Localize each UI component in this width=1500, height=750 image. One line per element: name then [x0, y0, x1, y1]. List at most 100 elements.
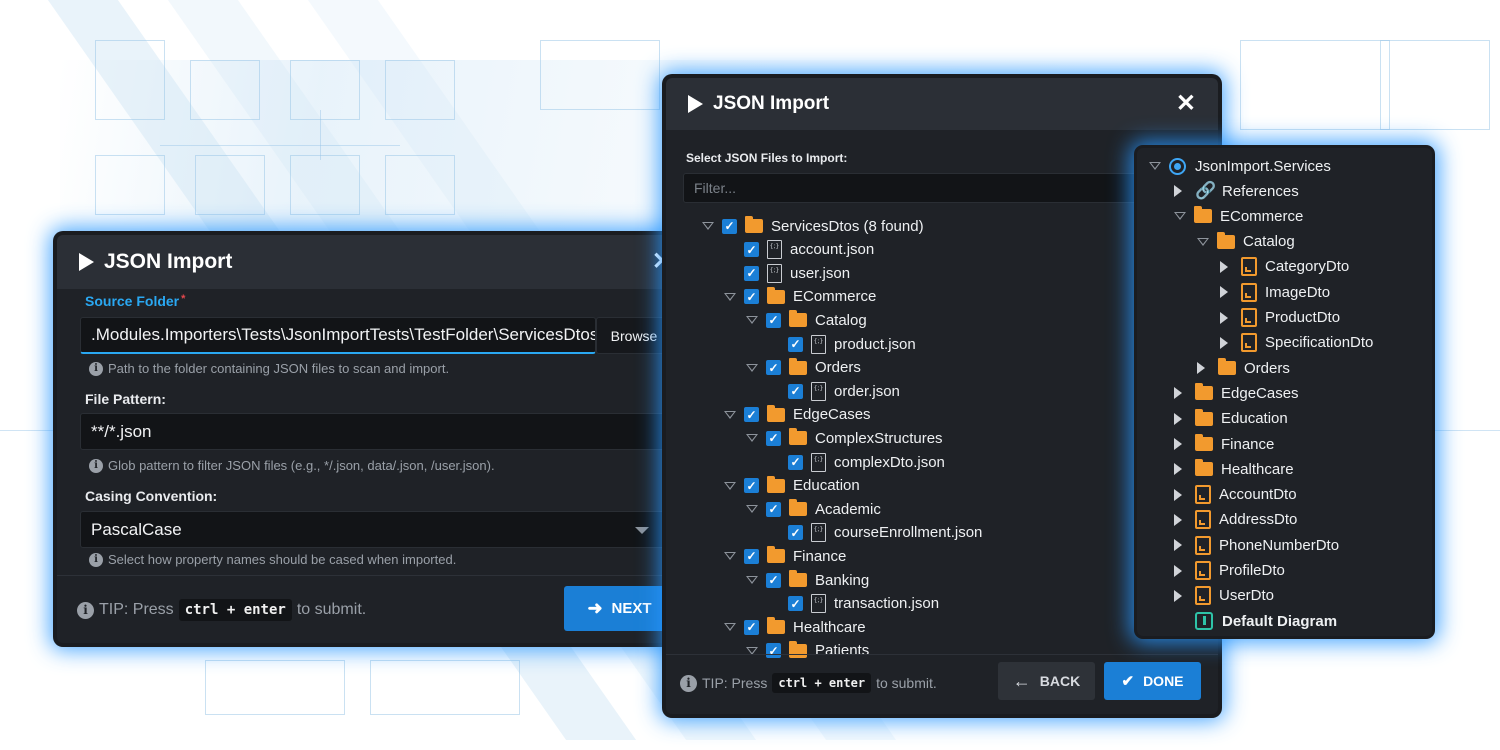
back-button[interactable]: ← BACK [998, 662, 1095, 700]
tree-item[interactable]: SpecificationDto [1220, 332, 1373, 354]
checkbox-checked-icon[interactable]: ✓ [744, 619, 759, 635]
tree-folder-item[interactable]: ✓ ECommerce [724, 286, 876, 308]
checkbox-checked-icon[interactable]: ✓ [744, 289, 759, 305]
tree-item[interactable]: Default Diagram [1174, 610, 1337, 632]
chevron-right-icon[interactable] [1220, 336, 1228, 349]
tree-folder-item[interactable]: ✓ Academic [746, 498, 881, 520]
source-folder-input[interactable]: .Modules.Importers\Tests\JsonImportTests… [80, 317, 596, 354]
tree-item[interactable]: ProductDto [1220, 307, 1340, 329]
casing-convention-hint: i Select how property names should be ca… [89, 552, 456, 567]
checkbox-checked-icon[interactable]: ✓ [766, 501, 781, 517]
done-button[interactable]: ✔ DONE [1104, 662, 1201, 700]
expand-toggle-icon[interactable] [724, 552, 736, 561]
tree-item-label: Default Diagram [1222, 612, 1338, 630]
tree-item[interactable]: ImageDto [1220, 281, 1330, 303]
expand-toggle-icon[interactable] [746, 316, 758, 325]
tree-item[interactable]: 🔗 References [1174, 180, 1299, 202]
chevron-right-icon[interactable] [1174, 589, 1182, 602]
tree-item[interactable]: PhoneNumberDto [1174, 534, 1339, 556]
tree-folder-item[interactable]: ✓ Catalog [746, 309, 867, 331]
tree-folder-item[interactable]: ✓ Finance [724, 545, 846, 567]
expand-toggle-icon[interactable] [724, 292, 736, 301]
file-pattern-input[interactable]: **/*.json [80, 413, 672, 450]
tree-file-item[interactable]: ✓ courseEnrollment.json [768, 522, 982, 544]
expand-toggle-icon[interactable] [724, 481, 736, 490]
tree-item[interactable]: CategoryDto [1220, 256, 1349, 278]
tree-folder-item[interactable]: ✓ ComplexStructures [746, 427, 943, 449]
expand-toggle-icon[interactable] [724, 410, 736, 419]
checkbox-checked-icon[interactable]: ✓ [766, 430, 781, 446]
chevron-right-icon[interactable] [1220, 286, 1228, 299]
browse-button[interactable]: Browse [596, 317, 672, 354]
chevron-down-icon[interactable] [1174, 212, 1186, 221]
checkbox-checked-icon[interactable]: ✓ [744, 478, 759, 494]
chevron-right-icon[interactable] [1174, 539, 1182, 552]
chevron-right-icon[interactable] [1174, 513, 1182, 526]
checkbox-checked-icon[interactable]: ✓ [744, 242, 759, 258]
tree-item-label: ImageDto [1265, 283, 1331, 301]
checkbox-checked-icon[interactable]: ✓ [788, 336, 803, 352]
chevron-right-icon[interactable] [1220, 260, 1228, 273]
checkbox-checked-icon[interactable]: ✓ [744, 265, 759, 281]
expand-toggle-icon[interactable] [702, 222, 714, 230]
tree-item[interactable]: Healthcare [1174, 458, 1294, 480]
background-diagram-box [290, 155, 360, 215]
tree-folder-item[interactable]: ✓ Education [724, 475, 860, 497]
close-icon[interactable]: ✕ [1176, 92, 1196, 116]
tree-file-item[interactable]: ✓ complexDto.json [768, 451, 945, 473]
tree-folder-item[interactable]: ✓ Orders [746, 357, 861, 379]
tree-folder-item[interactable]: ✓ Patients [746, 640, 869, 662]
checkbox-checked-icon[interactable]: ✓ [766, 312, 781, 328]
chevron-right-icon[interactable] [1174, 564, 1182, 577]
tree-file-item[interactable]: ✓ user.json [724, 262, 850, 284]
tree-item[interactable]: Education [1174, 408, 1288, 430]
tree-folder-item[interactable]: ✓ Banking [746, 569, 869, 591]
chevron-right-icon[interactable] [1174, 185, 1182, 197]
tree-item[interactable]: Catalog [1197, 231, 1295, 253]
tree-item[interactable]: ProfileDto [1174, 560, 1285, 582]
expand-toggle-icon[interactable] [746, 363, 758, 372]
expand-toggle-icon[interactable] [746, 576, 758, 584]
tree-item[interactable]: Orders [1197, 357, 1290, 379]
checkbox-checked-icon[interactable]: ✓ [722, 218, 737, 234]
tree-folder-item[interactable]: ✓ Healthcare [724, 616, 866, 638]
expand-toggle-icon[interactable] [746, 434, 758, 443]
checkbox-checked-icon[interactable]: ✓ [744, 407, 759, 423]
chevron-right-icon[interactable] [1174, 488, 1182, 501]
tree-item[interactable]: EdgeCases [1174, 382, 1299, 404]
tree-file-item[interactable]: ✓ order.json [768, 380, 900, 402]
tree-folder-item[interactable]: ✓ ServicesDtos (8 found) [702, 215, 924, 237]
checkbox-checked-icon[interactable]: ✓ [788, 454, 803, 470]
collapse-toggle-icon[interactable] [1149, 162, 1161, 170]
checkbox-checked-icon[interactable]: ✓ [744, 548, 759, 564]
tree-item[interactable]: AddressDto [1174, 509, 1297, 531]
tree-item[interactable]: UserDto [1174, 585, 1274, 607]
tree-item[interactable]: Finance [1174, 433, 1274, 455]
tree-item[interactable]: AccountDto [1174, 484, 1297, 506]
checkbox-checked-icon[interactable]: ✓ [788, 525, 803, 541]
checkbox-checked-icon[interactable]: ✓ [766, 360, 781, 376]
checkbox-checked-icon[interactable]: ✓ [766, 572, 781, 588]
checkbox-checked-icon[interactable]: ✓ [788, 596, 803, 612]
casing-convention-select[interactable]: PascalCase [80, 511, 672, 548]
chevron-right-icon[interactable] [1174, 412, 1182, 425]
tree-root-item[interactable]: JsonImport.Services [1149, 155, 1331, 177]
chevron-right-icon[interactable] [1174, 463, 1182, 476]
tree-file-item[interactable]: ✓ transaction.json [768, 593, 939, 615]
chevron-down-icon[interactable] [1197, 237, 1209, 246]
tree-file-item[interactable]: ✓ account.json [724, 239, 874, 261]
tree-folder-item[interactable]: ✓ EdgeCases [724, 404, 871, 426]
expand-toggle-icon[interactable] [724, 623, 736, 632]
chevron-right-icon[interactable] [1197, 362, 1205, 375]
filter-input[interactable]: Filter... [683, 173, 1143, 203]
json-file-icon [811, 594, 826, 614]
expand-toggle-icon[interactable] [746, 505, 758, 514]
next-button[interactable]: ➜ NEXT [564, 586, 675, 631]
chevron-right-icon[interactable] [1174, 387, 1182, 400]
tree-file-item[interactable]: ✓ product.json [768, 333, 916, 355]
chevron-right-icon[interactable] [1220, 311, 1228, 324]
tree-item[interactable]: ECommerce [1174, 205, 1303, 227]
checkbox-checked-icon[interactable]: ✓ [788, 383, 803, 399]
checkbox-checked-icon[interactable]: ✓ [766, 643, 781, 659]
chevron-right-icon[interactable] [1174, 438, 1182, 450]
